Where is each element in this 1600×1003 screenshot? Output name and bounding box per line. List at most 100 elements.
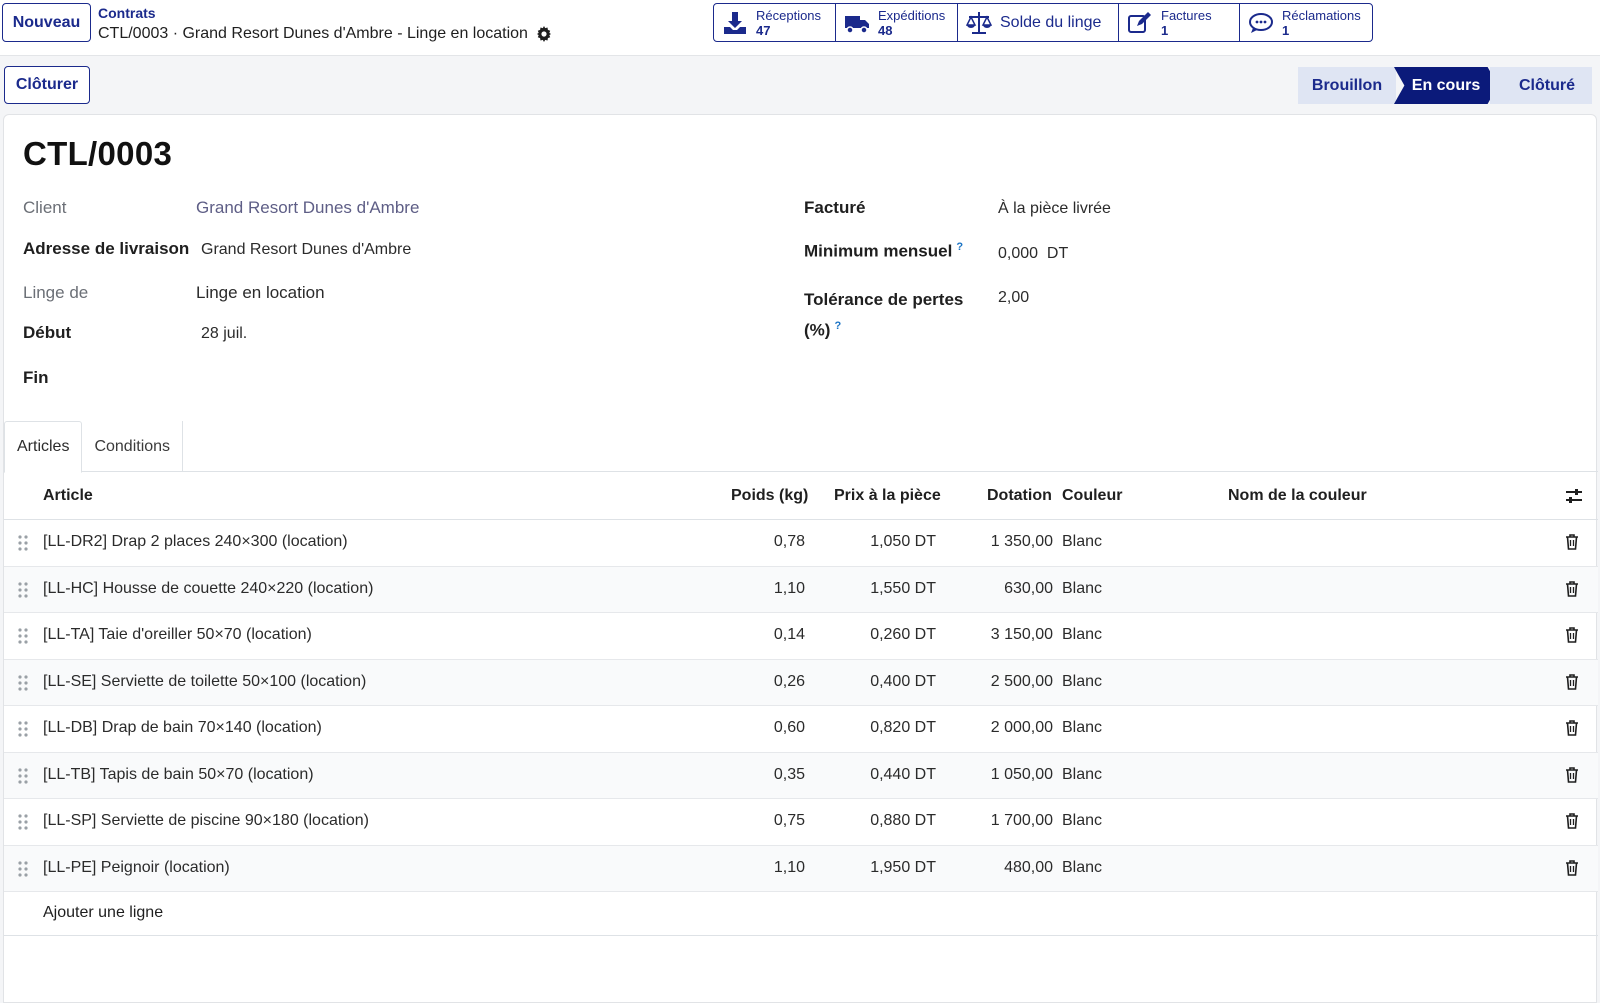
- unit-price-cell[interactable]: 1,950 DT: [870, 859, 936, 877]
- allocation-cell[interactable]: 1 700,00: [991, 812, 1053, 830]
- help-icon[interactable]: ?: [956, 241, 963, 253]
- trash-icon[interactable]: [1565, 627, 1579, 643]
- allocation-cell[interactable]: 480,00: [1004, 859, 1053, 877]
- article-cell[interactable]: [LL-HC] Housse de couette 240×220 (locat…: [43, 580, 373, 598]
- tab-articles[interactable]: Articles: [4, 421, 83, 473]
- allocation-cell[interactable]: 2 500,00: [991, 673, 1053, 691]
- table-row[interactable]: [LL-HC] Housse de couette 240×220 (locat…: [4, 566, 1598, 613]
- trash-icon[interactable]: [1565, 673, 1579, 690]
- color-cell[interactable]: Blanc: [1062, 580, 1102, 598]
- trash-icon[interactable]: [1565, 534, 1579, 550]
- trash-icon[interactable]: [1565, 859, 1579, 876]
- weight-cell[interactable]: 0,78: [774, 533, 805, 551]
- drag-handle-icon[interactable]: [18, 628, 28, 644]
- receptions-button[interactable]: Réceptions 47: [714, 4, 836, 41]
- linen-type-value[interactable]: Linge en location: [196, 283, 325, 303]
- weight-cell[interactable]: 0,14: [774, 626, 805, 644]
- unit-price-cell[interactable]: 0,260 DT: [870, 626, 936, 644]
- weight-cell[interactable]: 0,35: [774, 766, 805, 784]
- unit-price-cell[interactable]: 0,440 DT: [870, 766, 936, 784]
- unit-price-cell[interactable]: 1,050 DT: [870, 533, 936, 551]
- stage-in-progress[interactable]: En cours: [1394, 67, 1498, 104]
- article-cell[interactable]: [LL-TA] Taie d'oreiller 50×70 (location): [43, 626, 312, 644]
- trash-icon[interactable]: [1565, 813, 1579, 829]
- allocation-cell[interactable]: 2 000,00: [991, 719, 1053, 737]
- allocation-cell[interactable]: 1 350,00: [991, 533, 1053, 551]
- column-article[interactable]: Article: [43, 487, 93, 505]
- unit-price-cell[interactable]: 0,400 DT: [870, 673, 936, 691]
- drag-handle-icon[interactable]: [18, 814, 28, 830]
- breadcrumb-parent[interactable]: Contrats: [98, 5, 156, 21]
- billing-value[interactable]: À la pièce livrée: [998, 200, 1111, 218]
- color-cell[interactable]: Blanc: [1062, 626, 1102, 644]
- drag-handle-icon[interactable]: [18, 767, 28, 784]
- drag-handle-icon[interactable]: [18, 721, 28, 737]
- drag-handle-icon[interactable]: [18, 535, 28, 551]
- table-row[interactable]: [LL-DR2] Drap 2 places 240×300 (location…: [4, 520, 1598, 567]
- delivery-address-value[interactable]: Grand Resort Dunes d'Ambre: [201, 241, 411, 259]
- color-cell[interactable]: Blanc: [1062, 533, 1102, 551]
- monthly-minimum-label: Minimum mensuel?: [804, 241, 963, 262]
- invoices-button[interactable]: Factures 1: [1119, 4, 1240, 41]
- trash-icon[interactable]: [1565, 720, 1579, 736]
- allocation-cell[interactable]: 1 050,00: [991, 766, 1053, 784]
- monthly-minimum-value[interactable]: 0,000 DT: [998, 245, 1068, 263]
- weight-cell[interactable]: 0,60: [774, 719, 805, 737]
- table-row[interactable]: [LL-DB] Drap de bain 70×140 (location) 0…: [4, 706, 1598, 753]
- optional-columns-icon[interactable]: [1565, 488, 1583, 504]
- table-row[interactable]: [LL-SP] Serviette de piscine 90×180 (loc…: [4, 799, 1598, 846]
- help-icon[interactable]: ?: [834, 320, 841, 332]
- unit-price-cell[interactable]: 0,880 DT: [870, 812, 936, 830]
- loss-tolerance-value[interactable]: 2,00: [998, 289, 1029, 307]
- article-cell[interactable]: [LL-SE] Serviette de toilette 50×100 (lo…: [43, 673, 366, 691]
- gear-icon[interactable]: [536, 26, 552, 42]
- column-unit-price[interactable]: Prix à la pièce: [834, 487, 941, 505]
- article-cell[interactable]: [LL-TB] Tapis de bain 50×70 (location): [43, 766, 314, 784]
- column-allocation[interactable]: Dotation: [987, 487, 1052, 505]
- add-line-link[interactable]: Ajouter une ligne: [43, 904, 163, 922]
- drag-handle-icon[interactable]: [18, 581, 28, 598]
- article-cell[interactable]: [LL-DB] Drap de bain 70×140 (location): [43, 719, 322, 737]
- weight-cell[interactable]: 1,10: [774, 580, 805, 598]
- linen-balance-button[interactable]: Solde du linge: [958, 4, 1119, 41]
- receptions-count: 47: [756, 22, 771, 38]
- color-cell[interactable]: Blanc: [1062, 766, 1102, 784]
- table-row[interactable]: [LL-SE] Serviette de toilette 50×100 (lo…: [4, 659, 1598, 706]
- drag-handle-icon[interactable]: [18, 674, 28, 691]
- color-cell[interactable]: Blanc: [1062, 859, 1102, 877]
- weight-cell[interactable]: 1,10: [774, 859, 805, 877]
- trash-icon[interactable]: [1565, 580, 1579, 597]
- color-cell[interactable]: Blanc: [1062, 812, 1102, 830]
- start-date-value[interactable]: 28 juil.: [201, 325, 247, 343]
- record-title: CTL/0003: [23, 135, 173, 172]
- claims-button[interactable]: Réclamations 1: [1240, 4, 1372, 41]
- close-contract-button[interactable]: Clôturer: [4, 66, 90, 104]
- column-color-name[interactable]: Nom de la couleur: [1228, 487, 1367, 505]
- unit-price-cell[interactable]: 1,550 DT: [870, 580, 936, 598]
- article-cell[interactable]: [LL-PE] Peignoir (location): [43, 859, 230, 877]
- tab-conditions[interactable]: Conditions: [82, 421, 184, 472]
- column-color[interactable]: Couleur: [1062, 487, 1122, 505]
- weight-cell[interactable]: 0,26: [774, 673, 805, 691]
- color-cell[interactable]: Blanc: [1062, 673, 1102, 691]
- receptions-label: Réceptions: [756, 7, 822, 23]
- table-row[interactable]: [LL-PE] Peignoir (location) 1,10 1,950 D…: [4, 845, 1598, 892]
- new-button[interactable]: Nouveau: [2, 3, 91, 42]
- article-cell[interactable]: [LL-SP] Serviette de piscine 90×180 (loc…: [43, 812, 369, 830]
- table-header: Article Poids (kg) Prix à la pièce Dotat…: [4, 472, 1598, 520]
- stage-draft[interactable]: Brouillon: [1298, 67, 1396, 104]
- allocation-cell[interactable]: 630,00: [1004, 580, 1053, 598]
- unit-price-cell[interactable]: 0,820 DT: [870, 719, 936, 737]
- client-value[interactable]: Grand Resort Dunes d'Ambre: [196, 198, 419, 218]
- color-cell[interactable]: Blanc: [1062, 719, 1102, 737]
- table-row[interactable]: [LL-TA] Taie d'oreiller 50×70 (location)…: [4, 613, 1598, 660]
- weight-cell[interactable]: 0,75: [774, 812, 805, 830]
- drag-handle-icon[interactable]: [18, 860, 28, 877]
- expeditions-button[interactable]: Expéditions 48: [836, 4, 958, 41]
- allocation-cell[interactable]: 3 150,00: [991, 626, 1053, 644]
- table-row[interactable]: [LL-TB] Tapis de bain 50×70 (location) 0…: [4, 752, 1598, 799]
- stage-closed[interactable]: Clôturé: [1490, 67, 1592, 104]
- column-weight[interactable]: Poids (kg): [731, 487, 808, 505]
- trash-icon[interactable]: [1565, 766, 1579, 783]
- article-cell[interactable]: [LL-DR2] Drap 2 places 240×300 (location…: [43, 533, 348, 551]
